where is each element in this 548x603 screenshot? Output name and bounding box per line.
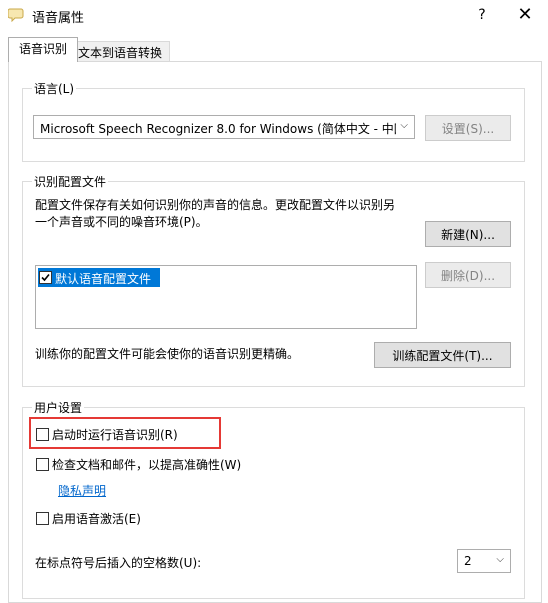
language-select-value: Microsoft Speech Recognizer 8.0 for Wind…: [40, 122, 396, 136]
profiles-group-label: 识别配置文件: [32, 173, 109, 190]
title-bar: 语音属性 ? ✕: [0, 0, 548, 30]
close-button[interactable]: ✕: [508, 2, 542, 28]
highlight-annotation: [29, 417, 221, 449]
settings-button[interactable]: 设置(S)...: [425, 115, 511, 141]
list-item[interactable]: 默认语音配置文件: [38, 268, 160, 287]
window-title: 语音属性: [32, 11, 85, 26]
language-select[interactable]: Microsoft Speech Recognizer 8.0 for Wind…: [33, 115, 415, 139]
checkmark-icon: [41, 273, 50, 282]
spaces-select[interactable]: 2 ⌵: [457, 549, 511, 573]
help-button[interactable]: ?: [468, 2, 496, 28]
speech-bubble-icon: [7, 6, 24, 23]
review-docs-label[interactable]: 检查文档和邮件，以提高准确性(W): [52, 456, 241, 473]
user-settings-group-label: 用户设置: [32, 399, 85, 416]
review-docs-checkbox[interactable]: [36, 458, 49, 471]
train-text: 训练你的配置文件可能会使你的语音识别更精确。: [35, 347, 300, 361]
voice-activation-checkbox[interactable]: [36, 512, 49, 525]
chevron-down-icon: ⌵: [496, 554, 504, 565]
profile-list[interactable]: 默认语音配置文件: [35, 265, 417, 329]
profile-checkbox[interactable]: [39, 271, 52, 284]
delete-profile-button[interactable]: 删除(D)...: [425, 262, 511, 288]
spaces-select-value: 2: [464, 554, 472, 568]
profiles-description-line1: 配置文件保存有关如何识别你的声音的信息。更改配置文件以识别另: [35, 198, 396, 212]
chevron-down-icon: ⌵: [400, 120, 408, 131]
profiles-description-line2: 一个声音或不同的噪音环境(P)。: [35, 215, 208, 229]
tab-speech-recognition[interactable]: 语音识别: [8, 37, 78, 62]
profile-label: 默认语音配置文件: [55, 272, 152, 286]
language-group-label: 语言(L): [32, 80, 77, 97]
voice-activation-label[interactable]: 启用语音激活(E): [52, 510, 141, 527]
privacy-link[interactable]: 隐私声明: [58, 482, 106, 499]
train-profile-button[interactable]: 训练配置文件(T)...: [374, 342, 511, 368]
new-profile-button[interactable]: 新建(N)...: [425, 221, 511, 247]
spaces-label: 在标点符号后插入的空格数(U):: [35, 556, 202, 570]
